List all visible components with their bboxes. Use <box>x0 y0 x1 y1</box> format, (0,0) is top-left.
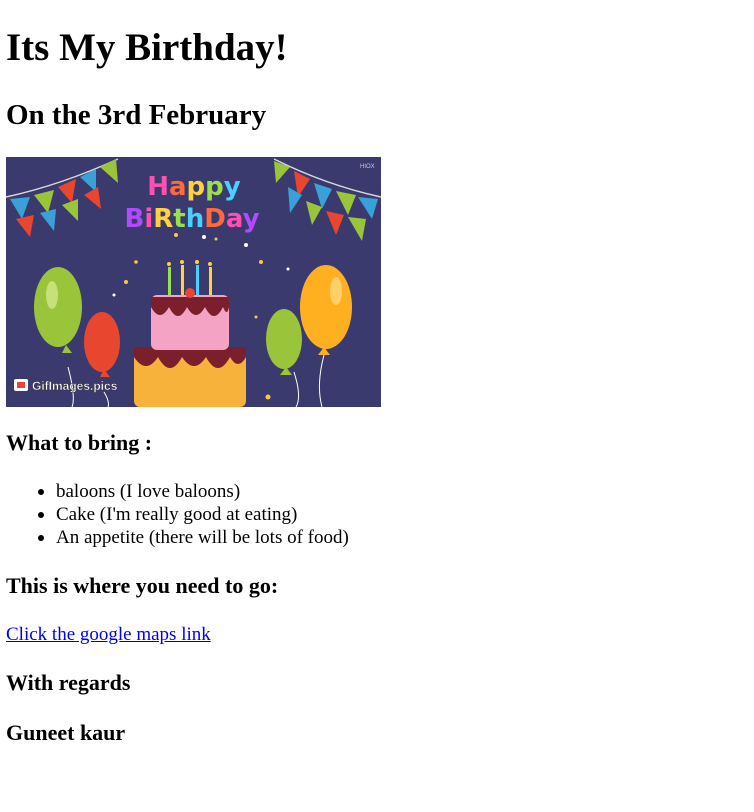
banner-corner-mark: HIOX <box>360 164 375 170</box>
banner-headline-happy: Happy <box>147 172 241 202</box>
google-maps-link[interactable]: Click the google maps link <box>6 623 211 646</box>
banner-headline-birthday: BiRthDay <box>124 204 259 234</box>
list-item: Cake (I'm really good at eating) <box>38 503 349 526</box>
list-item: baloons (I love baloons) <box>38 480 349 503</box>
bring-heading: What to bring : <box>6 430 153 455</box>
regards-heading: With regards <box>6 670 131 695</box>
list-item: An appetite (there will be lots of food) <box>38 527 349 548</box>
bring-list: baloons (I love baloons) Cake (I'm reall… <box>6 480 349 549</box>
location-heading: This is where you need to go: <box>6 573 279 598</box>
signature-name: Guneet kaur <box>6 720 126 745</box>
banner-watermark: GifImages.pics <box>32 379 118 393</box>
page-title: Its My Birthday! <box>6 26 288 69</box>
date-subtitle: On the 3rd February <box>6 99 267 131</box>
birthday-banner-image: HIOX Happy BiRthDay GifImages.pics <box>6 157 381 407</box>
